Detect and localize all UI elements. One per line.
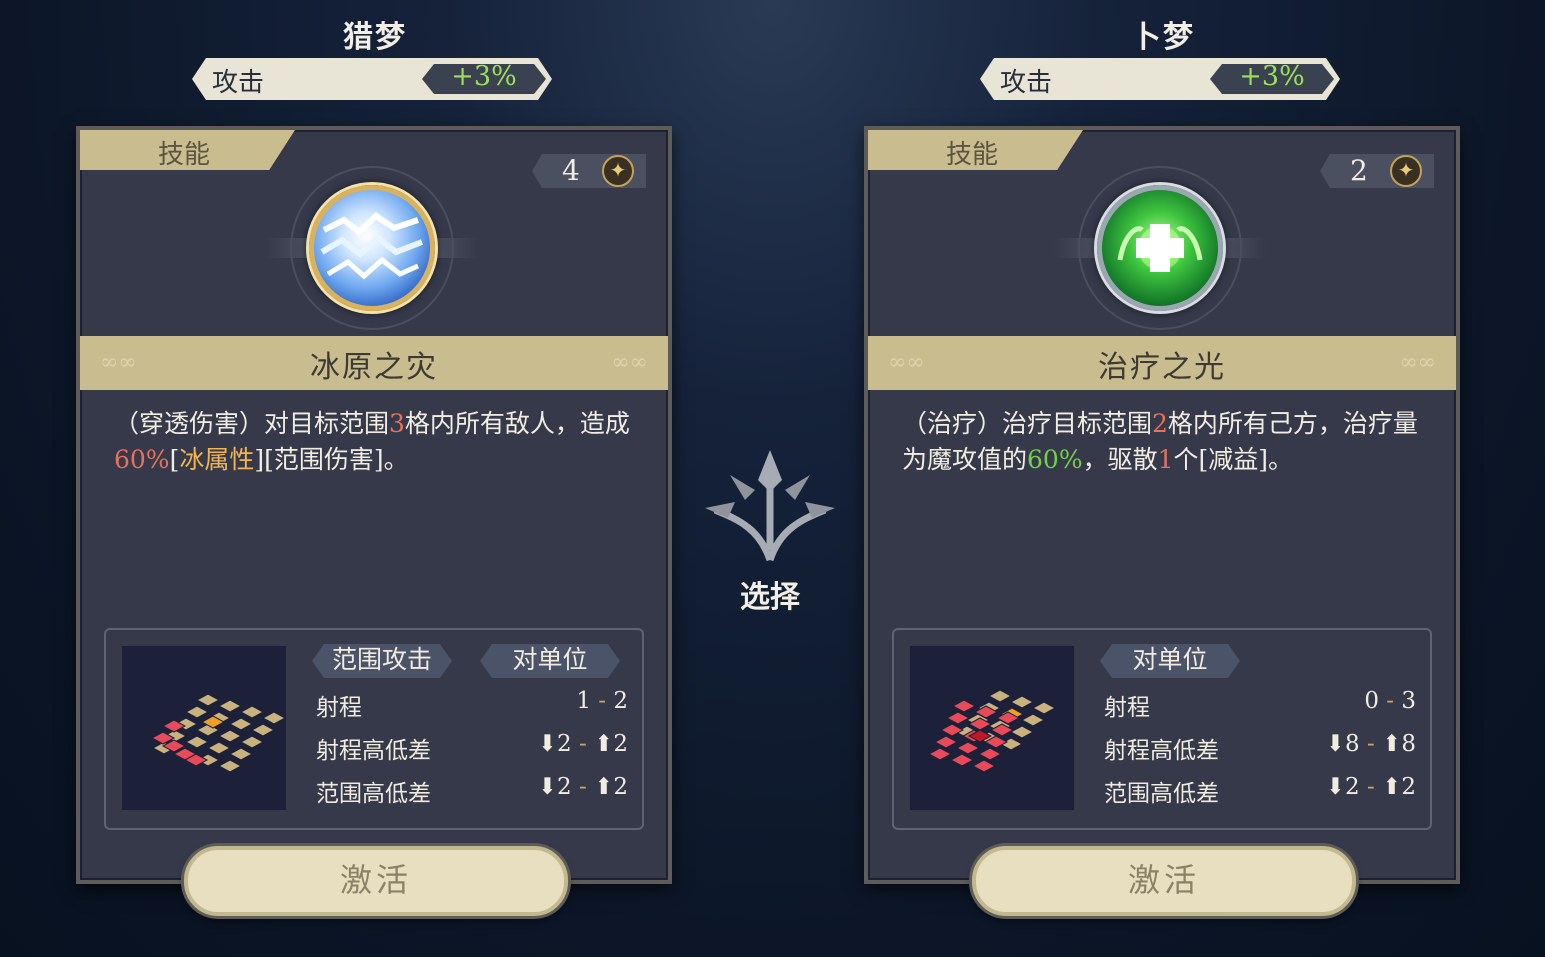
skill-range-info: 对单位 射程 0 - 3 射程高低差 ⬇8 - ⬆8 范围高低差 ⬇2 - ⬆2 xyxy=(892,628,1432,830)
stat-row-range-height: 射程高低差 ⬇2 - ⬆2 xyxy=(316,731,628,764)
skill-cost-value: 4 xyxy=(562,154,580,187)
heal-cross-icon xyxy=(1097,185,1223,311)
character-name: 猎梦 xyxy=(343,20,407,55)
stat-value: +3% xyxy=(451,61,517,92)
stat-value: +3% xyxy=(1239,61,1305,92)
stat-row-range-height: 射程高低差 ⬇8 - ⬆8 xyxy=(1104,731,1416,764)
tag-single-target: 对单位 xyxy=(1100,644,1240,678)
skill-tab: 技能 xyxy=(868,130,1083,170)
skill-description: （穿透伤害）对目标范围3格内所有敌人，造成60%[冰属性][范围伤害]。 xyxy=(114,409,630,474)
skill-option-left: 猎梦 攻击 +3% 技能 4 ✦ ∞∞ 冰原之灾 ∞∞ （穿透伤害）对目标范围3 xyxy=(70,0,680,957)
stat-row-area-height: 范围高低差 ⬇2 - ⬆2 xyxy=(316,774,628,807)
skill-name-band: ∞∞ 治疗之光 ∞∞ xyxy=(868,336,1456,390)
skill-name: 治疗之光 xyxy=(1098,350,1226,385)
tag-single-target: 对单位 xyxy=(480,644,620,678)
skill-icon-frame xyxy=(1054,166,1266,330)
stat-label: 攻击 xyxy=(1000,68,1053,98)
select-indicator: 选择 xyxy=(690,440,850,620)
activate-button[interactable]: 激活 xyxy=(184,846,568,916)
ornament-icon: ∞∞ xyxy=(611,350,648,375)
tree-emblem-icon xyxy=(700,440,840,570)
range-grid-map xyxy=(910,646,1074,810)
skill-select-screen: { "left": { "character": "猎梦", "stat": {… xyxy=(0,0,1545,957)
skill-name: 冰原之灾 xyxy=(310,350,438,385)
character-name: 卜梦 xyxy=(1131,20,1195,55)
skill-tab: 技能 xyxy=(80,130,295,170)
skill-option-right: 卜梦 攻击 +3% 技能 2 ✦ ∞∞ 治疗之光 ∞∞ （治疗）治疗目标范围2格… xyxy=(858,0,1468,957)
stat-row-area-height: 范围高低差 ⬇2 - ⬆2 xyxy=(1104,774,1416,807)
skill-range-info: 范围攻击 对单位 射程 1 - 2 射程高低差 ⬇2 - ⬆2 范围高低差 ⬇2 - … xyxy=(104,628,644,830)
stat-row-range: 射程 0 - 3 xyxy=(1104,688,1416,721)
tag-area-attack: 范围攻击 xyxy=(312,644,452,678)
skill-description: （治疗）治疗目标范围2格内所有己方，治疗量为魔攻值的60%，驱散1个[减益]。 xyxy=(902,409,1418,474)
stat-label: 攻击 xyxy=(212,68,265,98)
skill-cost-badge: 2 ✦ xyxy=(1320,154,1434,188)
range-grid-map xyxy=(122,646,287,810)
stat-bonus-bar: 攻击 +3% xyxy=(182,58,562,100)
skill-cost-value: 2 xyxy=(1350,154,1368,187)
skill-icon-frame xyxy=(266,166,478,330)
select-label: 选择 xyxy=(740,580,800,615)
ice-shard-icon xyxy=(309,185,435,311)
skill-cost-badge: 4 ✦ xyxy=(532,154,646,188)
activate-button[interactable]: 激活 xyxy=(972,846,1356,916)
skill-name-band: ∞∞ 冰原之灾 ∞∞ xyxy=(80,336,668,390)
star-gem-icon: ✦ xyxy=(1390,155,1422,187)
stat-row-range: 射程 1 - 2 xyxy=(316,688,628,721)
stat-bonus-bar: 攻击 +3% xyxy=(970,58,1350,100)
star-gem-icon: ✦ xyxy=(602,155,634,187)
skill-card[interactable]: 技能 2 ✦ ∞∞ 治疗之光 ∞∞ （治疗）治疗目标范围2格内所有己方，治疗量为… xyxy=(864,126,1460,916)
ornament-icon: ∞∞ xyxy=(1399,350,1436,375)
skill-card[interactable]: 技能 4 ✦ ∞∞ 冰原之灾 ∞∞ （穿透伤害）对目标范围3格内所有敌人，造成6… xyxy=(76,126,672,916)
